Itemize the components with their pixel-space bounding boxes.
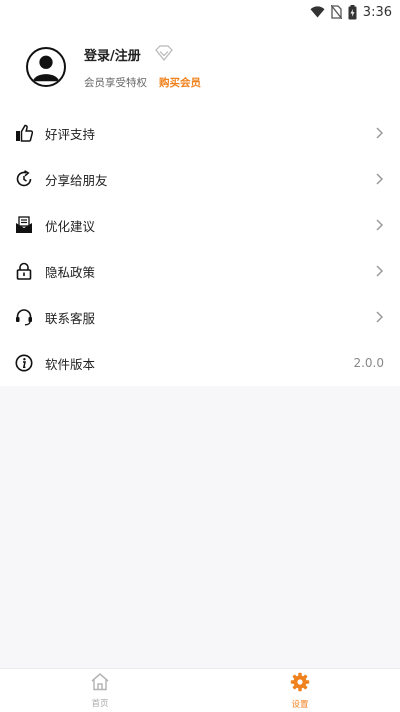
menu-item-label: 隐私政策: [45, 264, 96, 280]
chevron-right-icon: [374, 308, 384, 327]
menu-item-label: 软件版本: [45, 356, 96, 372]
mail-icon: [14, 215, 34, 235]
menu-item-privacy-policy[interactable]: 隐私政策: [0, 248, 400, 294]
menu-item-software-version[interactable]: 软件版本 2.0.0: [0, 340, 400, 386]
version-value: 2.0.0: [353, 356, 384, 370]
diamond-icon: [154, 44, 173, 65]
menu-item-suggestions[interactable]: 优化建议: [0, 202, 400, 248]
nav-label-home: 首页: [91, 699, 109, 709]
login-register-link[interactable]: 登录/注册: [84, 45, 141, 64]
nav-tab-settings[interactable]: 设置: [200, 669, 400, 712]
home-icon: [90, 672, 110, 695]
header-area: 3:36 登录/注册 会员享受特权 购买会员: [0, 0, 400, 110]
menu-item-customer-service[interactable]: 联系客服: [0, 294, 400, 340]
menu-item-rate-support[interactable]: 好评支持: [0, 110, 400, 156]
share-refresh-icon: [14, 169, 34, 189]
status-time: 3:36: [362, 4, 392, 20]
avatar-icon[interactable]: [26, 47, 66, 87]
nav-label-settings: 设置: [291, 699, 309, 710]
menu-item-label: 联系客服: [45, 310, 96, 326]
info-icon: [14, 353, 34, 373]
nav-tab-home[interactable]: 首页: [0, 669, 200, 712]
headset-icon: [14, 307, 34, 327]
lock-icon: [14, 261, 34, 281]
buy-member-link[interactable]: 购买会员: [159, 75, 201, 90]
battery-charging-icon: [348, 4, 357, 20]
settings-menu: 好评支持 分享给朋友 优化建议 隐私政策 联系客服 软件版本 2.0.0: [0, 110, 400, 386]
bottom-navigation: 首页 设置: [0, 668, 400, 712]
gear-icon: [290, 672, 310, 696]
profile-text: 登录/注册 会员享受特权 购买会员: [84, 44, 201, 90]
status-bar: 3:36: [0, 0, 400, 24]
profile-header[interactable]: 登录/注册 会员享受特权 购买会员: [0, 24, 400, 110]
thumbs-up-icon: [14, 123, 34, 143]
chevron-right-icon: [374, 124, 384, 143]
chevron-right-icon: [374, 170, 384, 189]
menu-item-label: 好评支持: [45, 126, 96, 142]
menu-item-label: 优化建议: [45, 218, 96, 234]
no-sim-icon: [330, 5, 342, 19]
menu-item-label: 分享给朋友: [45, 172, 108, 188]
chevron-right-icon: [374, 262, 384, 281]
chevron-right-icon: [374, 216, 384, 235]
menu-item-share[interactable]: 分享给朋友: [0, 156, 400, 202]
wifi-icon: [310, 6, 325, 18]
member-privilege-text: 会员享受特权: [84, 76, 147, 89]
